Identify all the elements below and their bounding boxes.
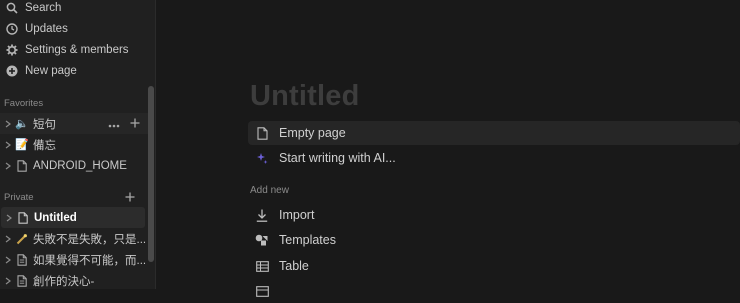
page-icon <box>16 211 30 225</box>
page-title-placeholder[interactable]: Untitled <box>250 80 360 113</box>
private-item[interactable]: 創作的決心- <box>0 270 148 289</box>
sidebar-item-label: ANDROID_HOME <box>33 159 127 172</box>
sidebar-item-label: Untitled <box>34 211 77 224</box>
private-item-active[interactable]: Untitled <box>1 207 145 228</box>
chevron-right-icon[interactable] <box>3 120 13 128</box>
chevron-right-icon[interactable] <box>3 277 13 285</box>
private-item[interactable]: 如果覺得不可能，而... <box>0 249 148 270</box>
sidebar-item-label: 創作的決心- <box>33 275 95 288</box>
page-icon <box>15 159 29 173</box>
chevron-right-icon[interactable] <box>3 162 13 170</box>
private-item[interactable]: 失敗不是失敗，只是... <box>0 228 148 249</box>
sidebar-item-label: 短句 <box>33 118 56 131</box>
next-option-partial[interactable] <box>248 279 740 303</box>
plus-circle-icon <box>5 64 19 78</box>
table-icon <box>255 259 269 273</box>
sidebar-item-search[interactable]: Search <box>0 0 148 18</box>
favorites-section-title: Favorites <box>4 98 44 109</box>
chevron-right-icon[interactable] <box>3 235 13 243</box>
option-label: Templates <box>279 233 336 247</box>
sidebar-item-label: Search <box>25 1 62 14</box>
sidebar-scrollbar[interactable] <box>148 86 154 262</box>
favorite-item[interactable]: 📝 備忘 <box>0 134 148 155</box>
gear-icon <box>5 43 19 57</box>
favorite-item[interactable]: 🔈 短句 <box>0 113 148 134</box>
download-icon <box>255 208 269 222</box>
option-label: Table <box>279 259 309 273</box>
chevron-right-icon[interactable] <box>3 256 13 264</box>
option-label: Import <box>279 208 315 222</box>
sidebar-item-settings[interactable]: Settings & members <box>0 39 148 60</box>
sidebar-item-label: New page <box>25 64 77 77</box>
sidebar-divider <box>155 0 156 289</box>
sidebar-item-label: 備忘 <box>33 139 56 152</box>
sidebar-item-new-page[interactable]: New page <box>0 60 148 81</box>
templates-option[interactable]: Templates <box>248 228 740 252</box>
page-icon <box>255 126 269 140</box>
more-options-icon[interactable] <box>108 117 120 131</box>
import-option[interactable]: Import <box>248 203 740 227</box>
option-label: Start writing with AI... <box>279 151 396 165</box>
chevron-right-icon[interactable] <box>3 141 13 149</box>
add-new-label: Add new <box>250 185 289 196</box>
table-option[interactable]: Table <box>248 254 740 278</box>
sidebar-item-label: 如果覺得不可能，而... <box>33 254 147 267</box>
sidebar-item-updates[interactable]: Updates <box>0 18 148 39</box>
favorite-item[interactable]: ANDROID_HOME <box>0 155 148 176</box>
board-icon <box>255 284 269 298</box>
private-section-title: Private <box>4 192 34 203</box>
empty-page-option[interactable]: Empty page <box>248 121 740 145</box>
sparkle-icon <box>255 151 269 165</box>
ai-writing-option[interactable]: Start writing with AI... <box>248 146 740 170</box>
clock-icon <box>5 22 19 36</box>
wand-emoji-icon <box>15 232 29 246</box>
sidebar-item-label: Updates <box>25 22 68 35</box>
option-label: Empty page <box>279 126 346 140</box>
speaker-emoji-icon: 🔈 <box>15 118 29 130</box>
sidebar-item-label: 失敗不是失敗，只是... <box>33 233 147 246</box>
page-icon <box>15 274 29 288</box>
page-icon <box>15 253 29 267</box>
add-private-page-icon[interactable] <box>124 191 136 203</box>
search-icon <box>5 1 19 15</box>
add-subpage-icon[interactable] <box>130 117 140 131</box>
chevron-right-icon[interactable] <box>4 214 14 222</box>
memo-emoji-icon: 📝 <box>15 139 29 151</box>
sidebar: Search Updates Settings & members New pa… <box>0 0 155 289</box>
shapes-icon <box>255 233 269 247</box>
sidebar-item-label: Settings & members <box>25 43 129 56</box>
